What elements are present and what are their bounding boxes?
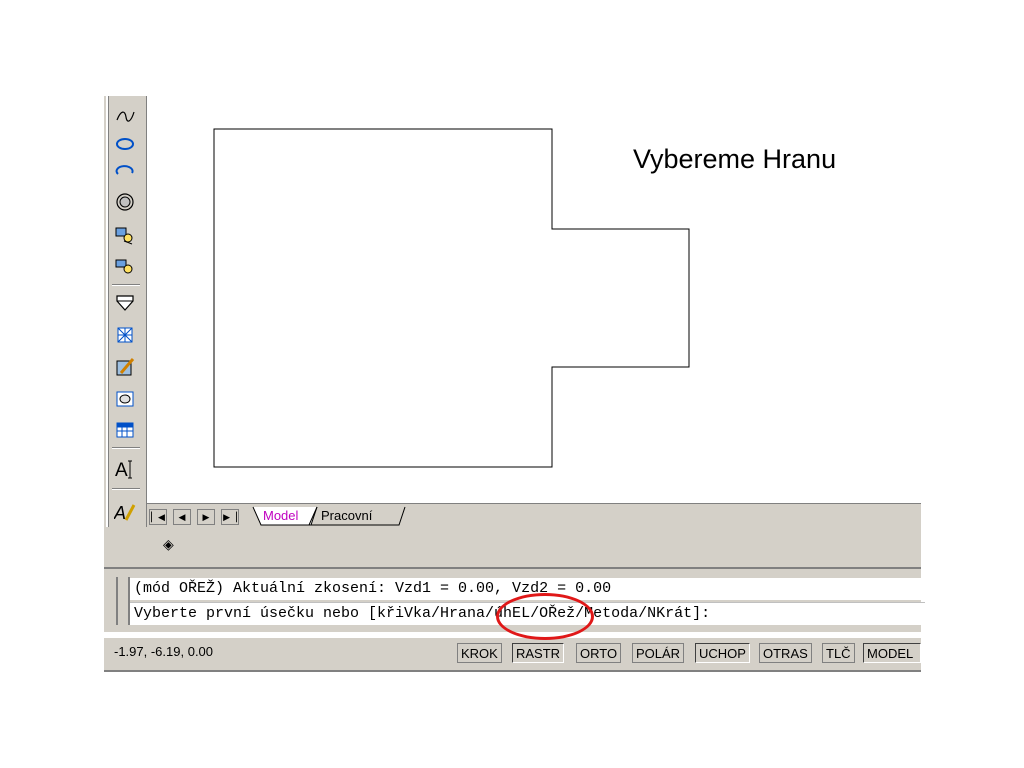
command-history-line: (mód OŘEŽ) Aktuální zkosení: Vzd1 = 0.00… bbox=[130, 578, 925, 600]
layout-tab-bar: ▏◀ ◀ ▶ ▶▕ Model Pracovní bbox=[147, 503, 921, 528]
draw-toolbar: A A bbox=[104, 96, 147, 540]
tab-model[interactable]: Model bbox=[257, 507, 304, 525]
svg-text:A: A bbox=[115, 460, 128, 480]
toolbar-grip[interactable] bbox=[106, 96, 109, 540]
status-button-uchop[interactable]: UCHOP bbox=[695, 643, 750, 663]
next-tab-icon[interactable]: ▶ bbox=[197, 509, 215, 525]
text-edit-icon[interactable]: A bbox=[113, 501, 137, 523]
command-window-grip[interactable] bbox=[116, 577, 130, 625]
coordinates-display[interactable]: -1.97, -6.19, 0.00 bbox=[114, 644, 213, 659]
status-button-orto[interactable]: ORTO bbox=[576, 643, 622, 663]
toolbar-separator bbox=[112, 284, 140, 286]
first-tab-icon[interactable]: ▏◀ bbox=[149, 509, 167, 525]
caption-text: Vybereme Hranu bbox=[633, 144, 837, 174]
last-tab-icon[interactable]: ▶▕ bbox=[221, 509, 239, 525]
point-icon[interactable] bbox=[113, 292, 137, 314]
scroll-left-icon[interactable]: ◈ bbox=[163, 536, 174, 553]
ellipse-arc-icon[interactable] bbox=[113, 160, 137, 182]
command-window: (mód OŘEŽ) Aktuální zkosení: Vzd1 = 0.00… bbox=[104, 568, 925, 632]
ellipse-icon[interactable] bbox=[113, 133, 137, 155]
status-button-otras[interactable]: OTRAS bbox=[759, 643, 812, 663]
status-button-rastr[interactable]: RASTR bbox=[512, 643, 565, 663]
svg-text:A: A bbox=[114, 503, 126, 523]
status-bar: -1.97, -6.19, 0.00 KROK RASTR ORTO POLÁR… bbox=[104, 637, 921, 672]
insert-block-icon[interactable] bbox=[113, 224, 137, 246]
status-button-polar[interactable]: POLÁR bbox=[632, 643, 685, 663]
command-prompt-line[interactable]: Vyberte první úsečku nebo [křiVka/Hrana/… bbox=[130, 602, 925, 625]
prev-tab-icon[interactable]: ◀ bbox=[173, 509, 191, 525]
status-button-model[interactable]: MODEL bbox=[863, 643, 921, 663]
donut-icon[interactable] bbox=[113, 191, 137, 213]
gradient-icon[interactable] bbox=[113, 356, 137, 378]
toolbar-separator bbox=[112, 488, 140, 490]
status-button-tlc[interactable]: TLČ bbox=[822, 643, 855, 663]
drawing-canvas[interactable]: Vybereme Hranu bbox=[147, 96, 921, 502]
scroll-strip: ◈ bbox=[104, 527, 921, 568]
status-button-krok[interactable]: KROK bbox=[457, 643, 502, 663]
make-block-icon[interactable] bbox=[113, 256, 137, 278]
tab-pracovni[interactable]: Pracovní bbox=[315, 507, 378, 525]
hatch-icon[interactable] bbox=[113, 324, 137, 346]
toolbar-separator bbox=[112, 447, 140, 449]
multiline-text-icon[interactable]: A bbox=[113, 458, 137, 480]
spline-icon[interactable] bbox=[113, 106, 137, 128]
table-icon[interactable] bbox=[113, 419, 137, 441]
region-icon[interactable] bbox=[113, 388, 137, 410]
